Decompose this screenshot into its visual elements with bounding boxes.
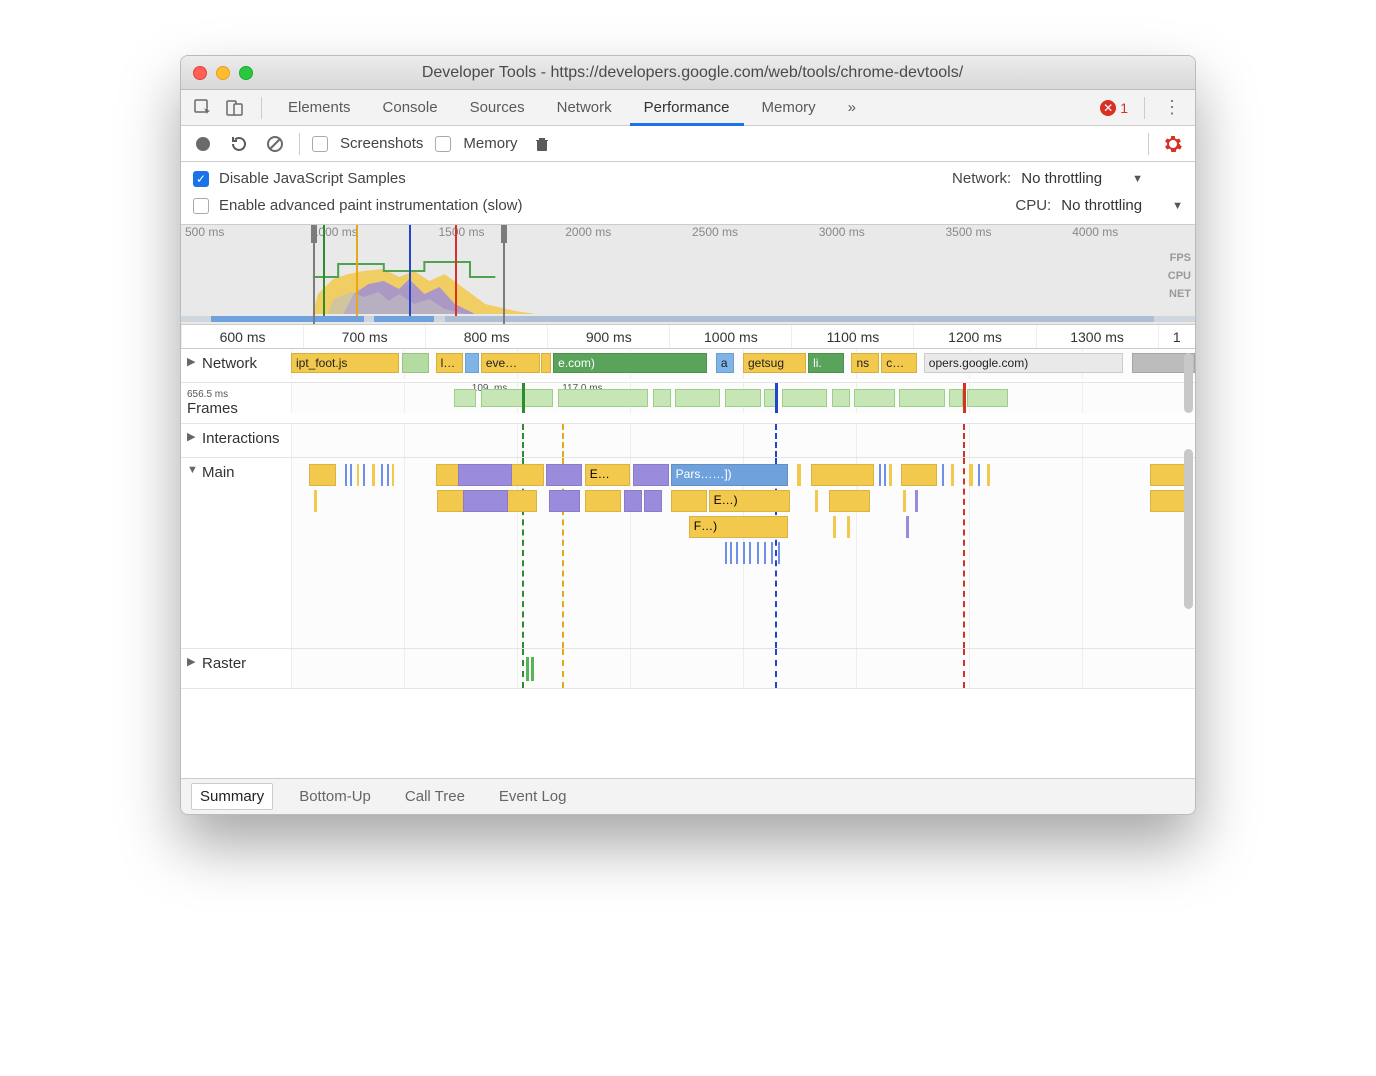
track-network: ▶ Network ipt_foot.js l… eve… e.com) a g…: [181, 349, 1195, 383]
network-request[interactable]: [465, 353, 479, 373]
tab-bottom-up[interactable]: Bottom-Up: [291, 784, 379, 809]
network-request[interactable]: a: [716, 353, 734, 373]
scrollbar[interactable]: [1184, 449, 1193, 609]
timeline-overview[interactable]: 500 ms1000 ms1500 ms2000 ms2500 ms3000 m…: [181, 225, 1195, 325]
tab-performance[interactable]: Performance: [630, 90, 744, 126]
chevron-down-icon: ▼: [1172, 200, 1183, 212]
tab-elements[interactable]: Elements: [274, 90, 365, 126]
window-maximize-button[interactable]: [239, 66, 253, 80]
network-label: Network:: [952, 170, 1011, 187]
detail-ruler[interactable]: 600 ms700 ms800 ms900 ms1000 ms1100 ms12…: [181, 325, 1195, 349]
frame-start-time: 656.5 ms: [187, 389, 228, 400]
tabs-overflow[interactable]: »: [834, 90, 870, 126]
track-raster: ▶ Raster: [181, 649, 1195, 689]
flame-event[interactable]: Pars……]): [671, 464, 789, 486]
marker-red: [963, 383, 966, 413]
network-request[interactable]: eve…: [481, 353, 540, 373]
window-minimize-button[interactable]: [216, 66, 230, 80]
reload-record-button[interactable]: [227, 132, 251, 156]
device-toolbar-icon[interactable]: [221, 94, 249, 122]
cpu-label: CPU:: [1015, 197, 1051, 214]
chevron-down-icon: ▼: [1132, 173, 1143, 185]
window-close-button[interactable]: [193, 66, 207, 80]
panel-tabstrip: Elements Console Sources Network Perform…: [181, 90, 1195, 126]
track-label: Frames: [187, 400, 238, 417]
network-request[interactable]: opers.google.com): [924, 353, 1123, 373]
network-throttle-select[interactable]: No throttling ▼: [1021, 170, 1143, 187]
tab-event-log[interactable]: Event Log: [491, 784, 575, 809]
title-bar: Developer Tools - https://developers.goo…: [181, 56, 1195, 90]
tab-summary[interactable]: Summary: [191, 783, 273, 810]
record-button[interactable]: [191, 132, 215, 156]
marker-green: [522, 383, 525, 413]
marker-blue: [775, 383, 778, 413]
screenshots-checkbox[interactable]: [312, 136, 328, 152]
track-label: Interactions: [202, 430, 280, 447]
network-request[interactable]: ipt_foot.js: [291, 353, 399, 373]
track-label: Network: [202, 355, 257, 372]
disable-js-label: Disable JavaScript Samples: [219, 170, 406, 187]
tab-console[interactable]: Console: [369, 90, 452, 126]
track-frames: 656.5 ms Frames 109. ms 117.0 ms: [181, 383, 1195, 424]
disclosure-icon[interactable]: ▶: [187, 655, 199, 668]
cpu-throttle-select[interactable]: No throttling ▼: [1061, 197, 1183, 214]
track-main: ▼ Main: [181, 458, 1195, 649]
scrollbar[interactable]: [1184, 353, 1193, 413]
divider: [299, 133, 300, 155]
network-request[interactable]: [541, 353, 551, 373]
tab-memory[interactable]: Memory: [748, 90, 830, 126]
network-request[interactable]: e.com): [553, 353, 707, 373]
disclosure-icon[interactable]: ▶: [187, 355, 199, 368]
track-label: Raster: [202, 655, 246, 672]
memory-label: Memory: [463, 135, 517, 152]
network-request[interactable]: ns: [851, 353, 878, 373]
tab-call-tree[interactable]: Call Tree: [397, 784, 473, 809]
network-throttle-value: No throttling: [1021, 170, 1102, 187]
tracks-container: ▶ Network ipt_foot.js l… eve… e.com) a g…: [181, 349, 1195, 778]
capture-settings: Disable JavaScript Samples Network: No t…: [181, 162, 1195, 225]
marker-green: [323, 225, 325, 316]
marker-blue: [409, 225, 411, 316]
cpu-throttle-value: No throttling: [1061, 197, 1142, 214]
more-menu-icon[interactable]: ⋮: [1157, 97, 1187, 118]
marker-orange: [356, 225, 358, 316]
network-request[interactable]: li.: [808, 353, 844, 373]
enable-paint-checkbox[interactable]: [193, 198, 209, 214]
tab-sources[interactable]: Sources: [456, 90, 539, 126]
selection-handle-left[interactable]: [311, 225, 317, 243]
track-label: Main: [202, 464, 235, 481]
network-request[interactable]: c…: [881, 353, 917, 373]
memory-checkbox[interactable]: [435, 136, 451, 152]
inspect-element-icon[interactable]: [189, 94, 217, 122]
screenshots-label: Screenshots: [340, 135, 423, 152]
details-tabstrip: Summary Bottom-Up Call Tree Event Log: [181, 778, 1195, 814]
flame-event[interactable]: F…): [689, 516, 788, 538]
clear-button[interactable]: [263, 132, 287, 156]
network-request[interactable]: l…: [436, 353, 463, 373]
error-icon: ✕: [1100, 100, 1116, 116]
error-count: 1: [1120, 100, 1128, 116]
performance-toolbar: Screenshots Memory: [181, 126, 1195, 162]
divider: [1144, 97, 1145, 119]
devtools-window: Developer Tools - https://developers.goo…: [180, 55, 1196, 815]
error-indicator[interactable]: ✕ 1: [1100, 100, 1128, 116]
network-request[interactable]: [402, 353, 429, 373]
marker-red: [455, 225, 457, 316]
disable-js-checkbox[interactable]: [193, 171, 209, 187]
selection-handle-right[interactable]: [501, 225, 507, 243]
track-interactions: ▶ Interactions: [181, 424, 1195, 458]
delete-button[interactable]: [530, 132, 554, 156]
divider: [261, 97, 262, 119]
divider: [1148, 133, 1149, 155]
capture-settings-icon[interactable]: [1161, 132, 1185, 156]
enable-paint-label: Enable advanced paint instrumentation (s…: [219, 197, 523, 214]
disclosure-icon[interactable]: ▶: [187, 430, 199, 443]
disclosure-icon[interactable]: ▼: [187, 464, 199, 476]
window-title: Developer Tools - https://developers.goo…: [262, 64, 1183, 82]
tab-network[interactable]: Network: [543, 90, 626, 126]
network-request[interactable]: getsug: [743, 353, 806, 373]
flame-event[interactable]: E…: [585, 464, 630, 486]
flame-event[interactable]: E…): [709, 490, 790, 512]
